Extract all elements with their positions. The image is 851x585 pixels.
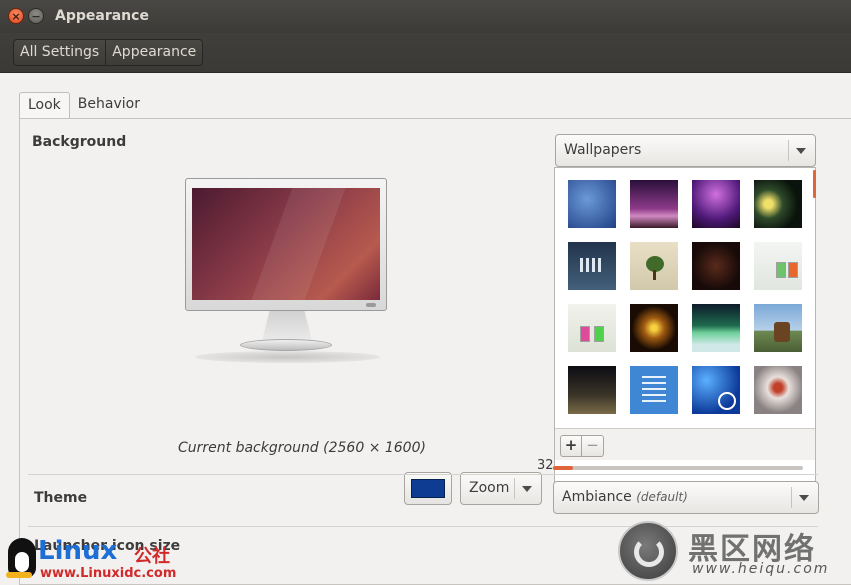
minimize-window-button[interactable]: − xyxy=(28,8,44,24)
background-label: Background xyxy=(32,134,127,150)
wallpaper-thumbnail[interactable] xyxy=(692,180,740,228)
tux-belly xyxy=(15,552,29,572)
content-area: Look Behavior Background Current backgro… xyxy=(0,74,851,585)
breadcrumb: All Settings Appearance xyxy=(13,39,204,66)
wallpaper-grid xyxy=(555,168,813,428)
launcher-icon-size-value: 32 xyxy=(537,458,554,473)
thumbnail-detail xyxy=(580,258,604,272)
monitor-bezel xyxy=(185,178,387,311)
monitor-shadow xyxy=(195,351,380,363)
logo-mark xyxy=(634,537,664,567)
wallpaper-thumbnail[interactable] xyxy=(754,242,802,290)
watermark-url: www.Linuxidc.com xyxy=(40,566,177,581)
tux-feet xyxy=(6,572,32,578)
look-panel: Background Current background (2560 × 16… xyxy=(19,118,851,585)
wallpaper-thumbnail[interactable] xyxy=(630,304,678,352)
chevron-down-icon xyxy=(799,495,809,501)
wallpaper-thumbnail[interactable] xyxy=(568,242,616,290)
thumbnail-detail xyxy=(594,326,604,342)
wallpaper-thumbnail[interactable] xyxy=(568,366,616,414)
thumbnail-detail xyxy=(774,322,790,342)
theme-label: Theme xyxy=(34,490,88,506)
tab-behavior[interactable]: Behavior xyxy=(70,92,148,119)
wallpaper-scrollbar[interactable] xyxy=(813,170,816,198)
slider-fill xyxy=(553,466,573,470)
breadcrumb-appearance[interactable]: Appearance xyxy=(105,40,202,65)
tab-look[interactable]: Look xyxy=(19,92,70,119)
thumbnail-detail xyxy=(653,270,656,280)
chevron-down-icon xyxy=(796,148,806,154)
wallpaper-thumbnail[interactable] xyxy=(754,304,802,352)
heiqu-logo-icon xyxy=(618,521,678,581)
thumbnail-detail xyxy=(642,376,666,402)
add-wallpaper-button[interactable]: + xyxy=(560,435,582,457)
wallpaper-thumbnail[interactable] xyxy=(692,304,740,352)
watermark-url: www.heiqu.com xyxy=(692,561,830,577)
wallpaper-thumbnail[interactable] xyxy=(630,366,678,414)
wallpaper-thumbnail[interactable] xyxy=(692,242,740,290)
combo-separator xyxy=(791,487,792,508)
theme-name: Ambiance xyxy=(562,489,632,505)
monitor-base xyxy=(240,339,332,351)
divider xyxy=(28,474,818,475)
toolbar: All Settings Appearance xyxy=(0,33,851,73)
current-background-caption: Current background (2560 × 1600) xyxy=(178,440,426,456)
theme-select[interactable]: Ambiance (default) xyxy=(553,481,819,514)
wallpaper-toolbar: + − xyxy=(555,428,815,460)
chevron-down-icon xyxy=(522,486,532,492)
combo-separator xyxy=(514,478,515,499)
wallpaper-thumbnail[interactable] xyxy=(568,180,616,228)
combo-separator xyxy=(788,140,789,161)
thumbnail-detail xyxy=(788,262,798,278)
thumbnail-detail xyxy=(580,326,590,342)
background-source-select[interactable]: Wallpapers xyxy=(555,134,816,167)
heiqu-watermark: 黑区网络 www.heiqu.com xyxy=(618,521,851,585)
background-color-swatch xyxy=(411,479,445,498)
close-window-button[interactable]: × xyxy=(8,8,24,24)
wallpaper-thumbnail[interactable] xyxy=(754,366,802,414)
background-preview-image xyxy=(192,188,380,300)
watermark-brand-cn: 公社 xyxy=(134,546,170,567)
monitor-led xyxy=(366,303,376,307)
clock-icon xyxy=(718,392,736,410)
background-mode-select[interactable]: Zoom xyxy=(460,472,542,505)
wallpaper-thumbnail[interactable] xyxy=(568,304,616,352)
breadcrumb-all-settings[interactable]: All Settings xyxy=(14,40,105,65)
theme-default-note: (default) xyxy=(636,490,688,504)
background-color-button[interactable] xyxy=(404,472,452,505)
background-mode-value: Zoom xyxy=(469,480,510,496)
linuxidc-watermark: Linux 公社 www.Linuxidc.com xyxy=(4,536,184,584)
title-bar: × − Appearance xyxy=(0,0,851,33)
wallpaper-thumbnail[interactable] xyxy=(630,242,678,290)
launcher-icon-size-slider[interactable] xyxy=(553,466,803,470)
window-title: Appearance xyxy=(55,8,149,24)
remove-wallpaper-button[interactable]: − xyxy=(582,435,604,457)
wallpaper-thumbnail[interactable] xyxy=(630,180,678,228)
theme-value: Ambiance (default) xyxy=(562,489,688,505)
wallpaper-thumbnail[interactable] xyxy=(692,366,740,414)
background-preview-monitor xyxy=(185,178,392,378)
wallpaper-thumbnail[interactable] xyxy=(754,180,802,228)
thumbnail-detail xyxy=(776,262,786,278)
wallpaper-chooser: + − xyxy=(554,167,816,505)
watermark-brand: Linux xyxy=(38,536,118,566)
tab-bar: Look Behavior xyxy=(19,92,148,119)
monitor-stand xyxy=(262,311,312,341)
background-source-value: Wallpapers xyxy=(564,142,642,158)
